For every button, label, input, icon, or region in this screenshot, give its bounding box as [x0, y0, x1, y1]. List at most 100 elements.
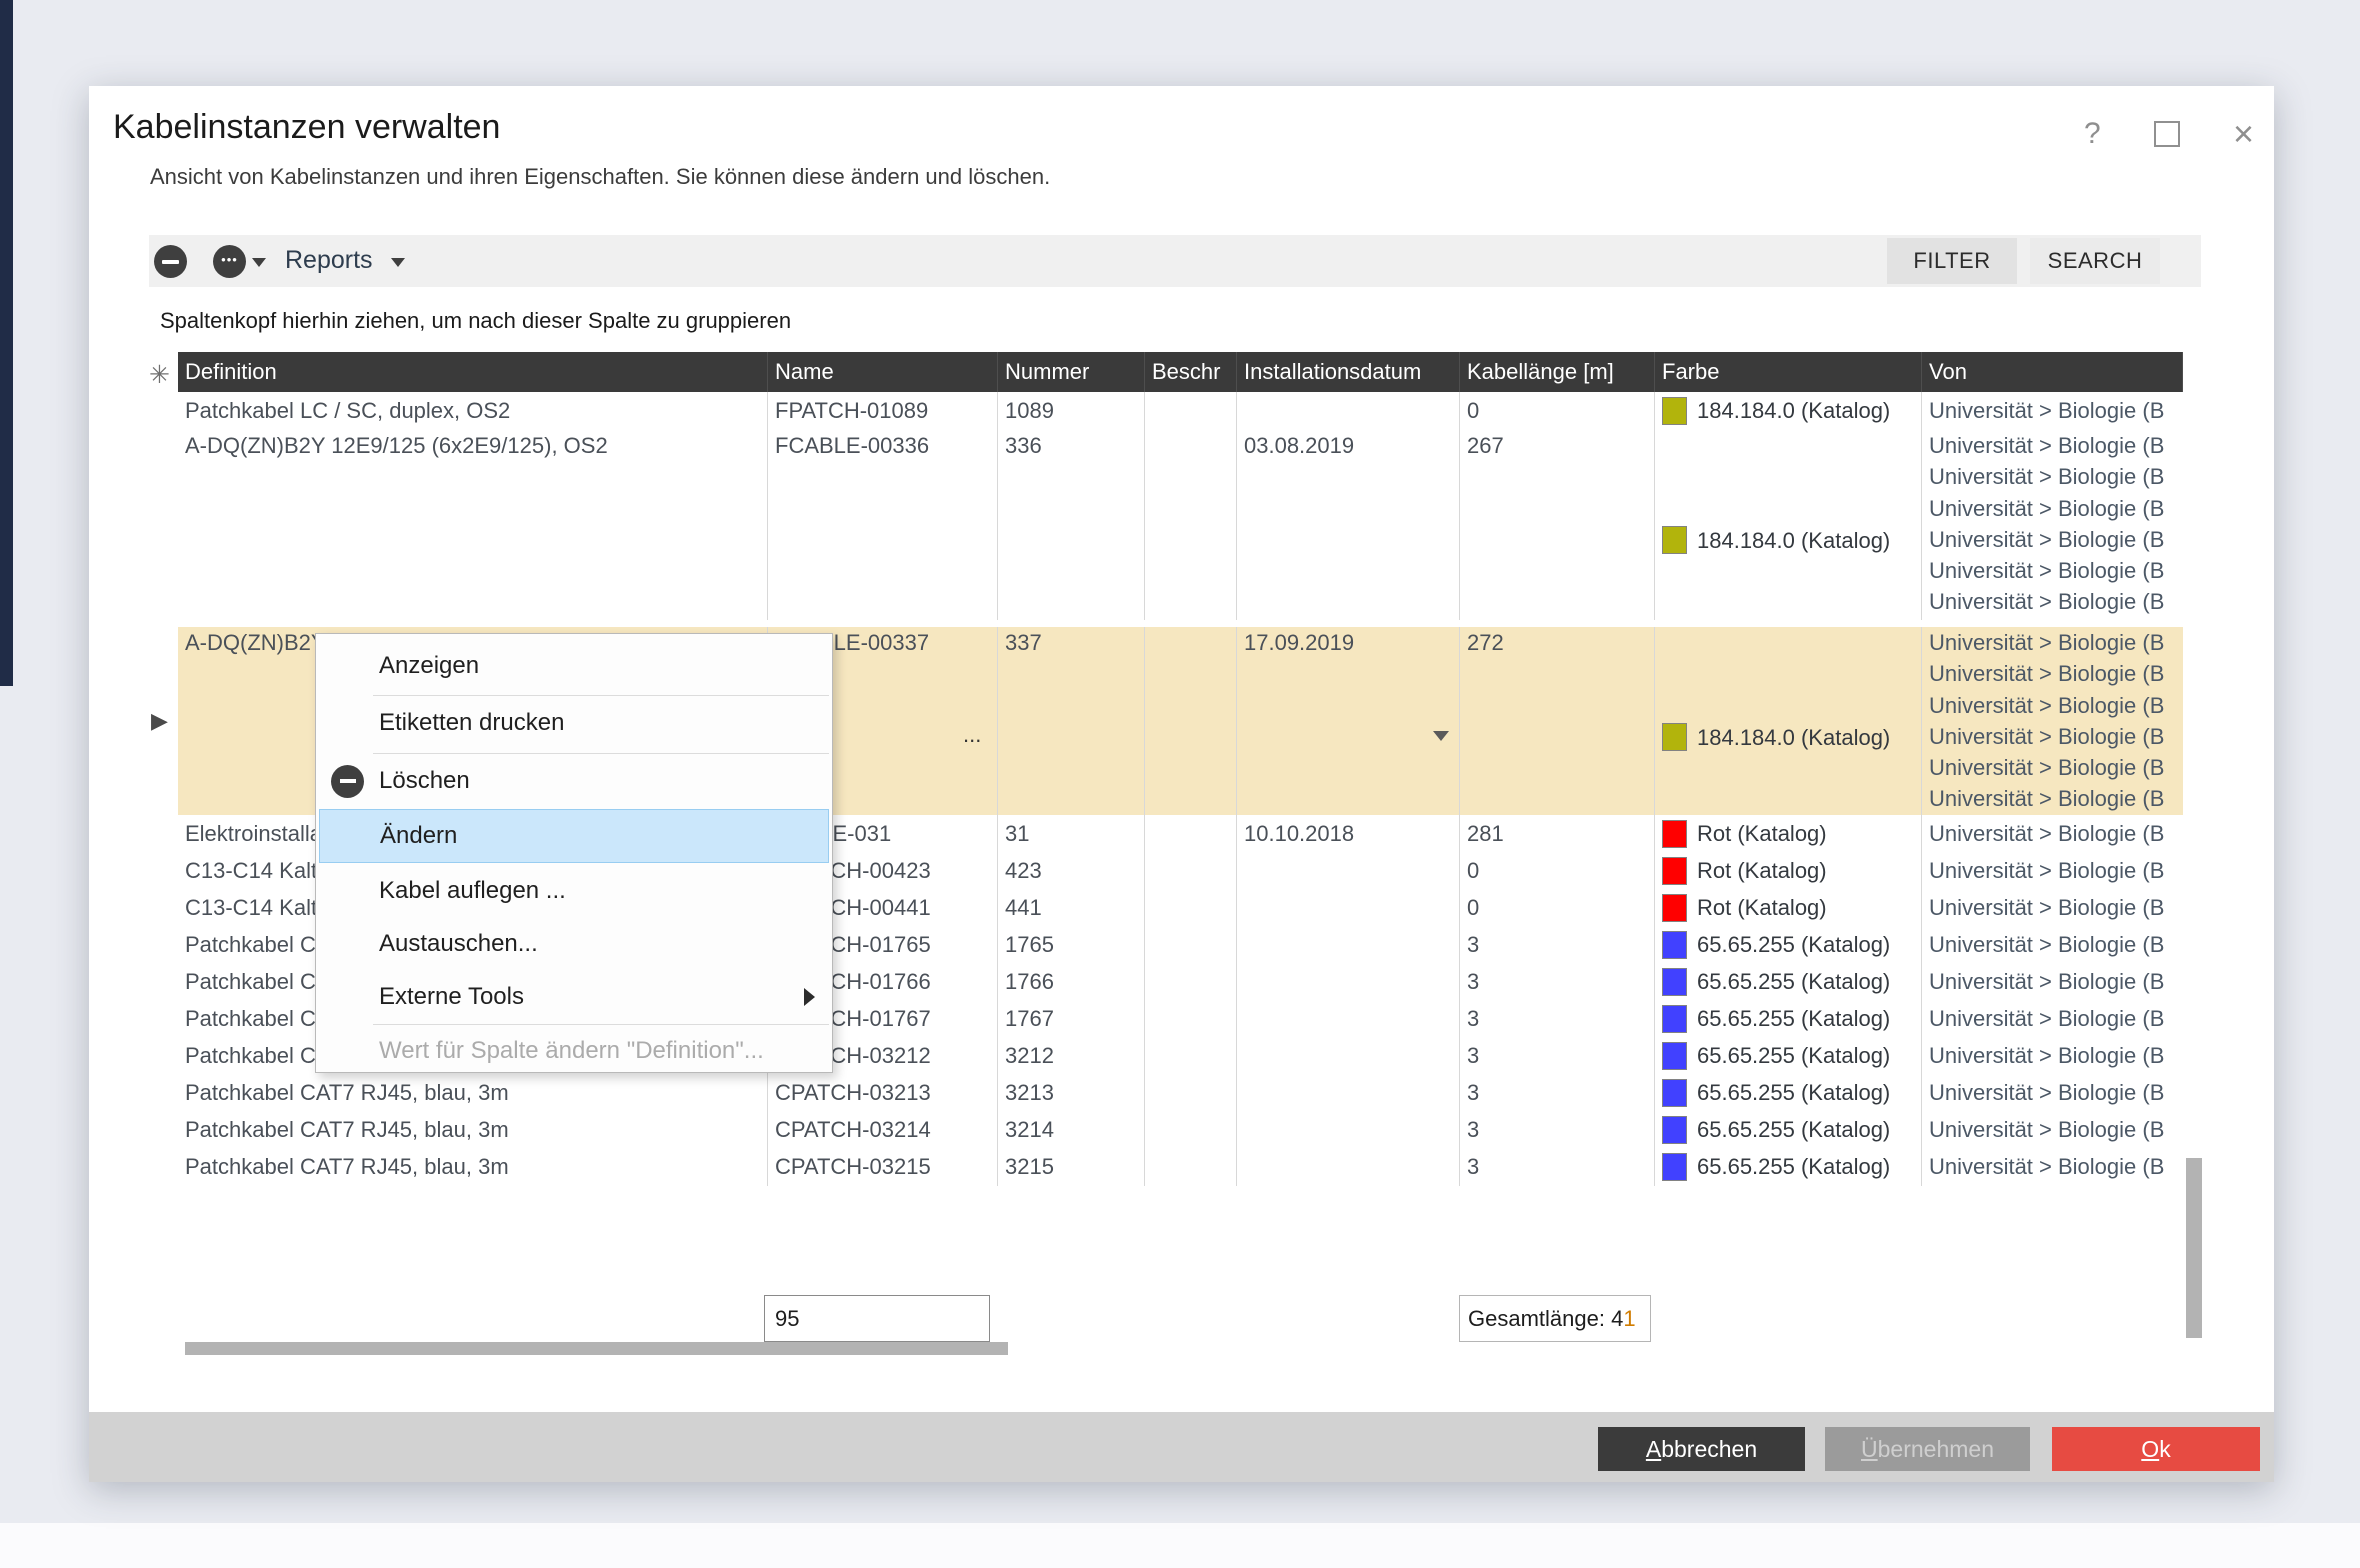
cell-von: Universität > Biologie (B Universität > B…	[1922, 627, 2183, 815]
filter-button[interactable]: FILTER	[1887, 238, 2017, 284]
more-actions-button[interactable]: •••	[213, 245, 246, 278]
cell-beschr	[1145, 852, 1237, 889]
color-swatch	[1662, 1042, 1687, 1070]
cell-beschr	[1145, 1148, 1237, 1186]
cell-kabellaenge: 3	[1460, 1000, 1655, 1037]
cell-nummer: 336	[998, 430, 1145, 620]
pin-icon[interactable]: ✳	[149, 360, 170, 389]
cell-kabellaenge: 3	[1460, 1074, 1655, 1111]
cell-farbe: 65.65.255 (Katalog)	[1655, 1074, 1922, 1111]
cell-installationsdatum	[1237, 926, 1460, 963]
cell-name: CPATCH-03214	[768, 1111, 998, 1148]
column-header-nummer[interactable]: Nummer	[998, 352, 1145, 392]
color-swatch	[1662, 397, 1687, 425]
column-header-installationsdatum[interactable]: Installationsdatum	[1237, 352, 1460, 392]
cell-farbe: 184.184.0 (Katalog)	[1655, 627, 1922, 815]
column-header-name[interactable]: Name	[768, 352, 998, 392]
search-button[interactable]: SEARCH	[2030, 238, 2160, 284]
color-swatch	[1662, 1079, 1687, 1107]
menu-item-externe-tools[interactable]: Externe Tools	[319, 970, 829, 1024]
cell-installationsdatum	[1237, 1000, 1460, 1037]
table-row[interactable]: Patchkabel CAT7 RJ45, blau, 3mCPATCH-032…	[178, 1074, 2183, 1111]
menu-item-ändern[interactable]: Ändern	[319, 809, 829, 863]
cell-definition: A-DQ(ZN)B2Y 12E9/125 (6x2E9/125), OS2	[178, 430, 768, 620]
cell-name: CPATCH-03215	[768, 1148, 998, 1186]
von-path-text: Universität > Biologie (B	[1929, 926, 2183, 963]
color-label: 65.65.255 (Katalog)	[1697, 1074, 1890, 1111]
column-header-definition[interactable]: Definition	[178, 352, 768, 392]
von-path-text: Universität > Biologie (B	[1929, 889, 2183, 926]
total-length-text: Gesamtlänge: 4	[1468, 1306, 1623, 1331]
cell-nummer: 3214	[998, 1111, 1145, 1148]
cell-nummer: 3212	[998, 1037, 1145, 1074]
background-app-edge	[0, 0, 13, 686]
reports-caret-icon[interactable]	[391, 258, 405, 267]
cell-farbe: 184.184.0 (Katalog)	[1655, 430, 1922, 620]
cell-kabellaenge: 281	[1460, 815, 1655, 852]
background-bottom	[0, 1523, 2360, 1568]
column-header-beschr[interactable]: Beschr	[1145, 352, 1237, 392]
reports-menu[interactable]: Reports	[285, 246, 373, 275]
menu-item-label: Austauschen...	[379, 930, 538, 958]
cell-installationsdatum	[1237, 392, 1460, 430]
date-dropdown-icon[interactable]	[1433, 731, 1449, 741]
von-path-text: Universität > Biologie (B	[1929, 430, 2183, 461]
color-label: 65.65.255 (Katalog)	[1697, 1000, 1890, 1037]
ok-button[interactable]: Ok	[2052, 1427, 2260, 1471]
maximize-icon[interactable]	[2154, 121, 2180, 147]
cell-nummer: 1766	[998, 963, 1145, 1000]
cell-nummer: 31	[998, 815, 1145, 852]
menu-item-kabel-auflegen[interactable]: Kabel auflegen ...	[319, 864, 829, 918]
cell-installationsdatum: 10.10.2018	[1237, 815, 1460, 852]
cell-von: Universität > Biologie (B	[1922, 392, 2183, 430]
table-row[interactable]: Patchkabel CAT7 RJ45, blau, 3mCPATCH-032…	[178, 1148, 2183, 1186]
color-label: 65.65.255 (Katalog)	[1697, 1037, 1890, 1074]
von-path-text: Universität > Biologie (B	[1929, 963, 2183, 1000]
menu-item-etiketten-drucken[interactable]: Etiketten drucken	[319, 696, 829, 750]
cell-kabellaenge: 3	[1460, 1111, 1655, 1148]
vertical-scrollbar-thumb[interactable]	[2186, 1158, 2202, 1338]
help-icon[interactable]: ?	[2084, 117, 2101, 151]
table-row[interactable]: Patchkabel LC / SC, duplex, OS2FPATCH-01…	[178, 392, 2183, 430]
column-header-von[interactable]: Von	[1922, 352, 2183, 392]
table-row[interactable]: Patchkabel CAT7 RJ45, blau, 3mCPATCH-032…	[178, 1111, 2183, 1148]
von-path-text: Universität > Biologie (B	[1929, 627, 2183, 658]
color-swatch	[1662, 1153, 1687, 1181]
von-path-text: Universität > Biologie (B	[1929, 1148, 2183, 1185]
horizontal-scrollbar-thumb[interactable]	[185, 1342, 1008, 1355]
menu-item-label: Wert für Spalte ändern "Definition"...	[379, 1037, 764, 1065]
menu-item-löschen[interactable]: Löschen	[319, 754, 829, 808]
cell-installationsdatum: 17.09.2019	[1237, 627, 1460, 815]
cell-definition: Patchkabel CAT7 RJ45, blau, 3m	[178, 1111, 768, 1148]
color-swatch	[1662, 723, 1687, 751]
delete-minus-icon	[331, 765, 364, 798]
cell-kabellaenge: 0	[1460, 392, 1655, 430]
more-actions-caret-icon[interactable]	[252, 258, 266, 267]
cell-kabellaenge: 267	[1460, 430, 1655, 620]
cell-nummer: 3213	[998, 1074, 1145, 1111]
von-path-text: Universität > Biologie (B	[1929, 752, 2183, 783]
cancel-button[interactable]: Abbrechen	[1598, 1427, 1805, 1471]
manage-cable-instances-dialog: Kabelinstanzen verwalten Ansicht von Kab…	[89, 86, 2274, 1482]
von-path-text: Universität > Biologie (B	[1929, 555, 2183, 586]
apply-button[interactable]: Übernehmen	[1825, 1427, 2030, 1471]
close-icon[interactable]: ×	[2233, 121, 2254, 147]
record-count-input[interactable]: 95	[764, 1295, 990, 1342]
context-menu: AnzeigenEtiketten druckenLöschenÄndernKa…	[315, 633, 833, 1073]
cell-farbe: 65.65.255 (Katalog)	[1655, 1148, 1922, 1186]
column-header-farbe[interactable]: Farbe	[1655, 352, 1922, 392]
menu-item-austauschen[interactable]: Austauschen...	[319, 917, 829, 971]
cell-farbe: 65.65.255 (Katalog)	[1655, 1111, 1922, 1148]
edit-ellipsis-button[interactable]: ...	[963, 719, 981, 750]
menu-item-anzeigen[interactable]: Anzeigen	[319, 639, 829, 693]
column-header-kabell-nge-m-[interactable]: Kabellänge [m]	[1460, 352, 1655, 392]
von-path-text: Universität > Biologie (B	[1929, 852, 2183, 889]
color-label: Rot (Katalog)	[1697, 889, 1827, 926]
cell-von: Universität > Biologie (B	[1922, 1111, 2183, 1148]
cell-farbe: 184.184.0 (Katalog)	[1655, 392, 1922, 430]
remove-button[interactable]	[154, 245, 187, 278]
table-row[interactable]: A-DQ(ZN)B2Y 12E9/125 (6x2E9/125), OS2FCA…	[178, 430, 2183, 620]
cell-von: Universität > Biologie (B	[1922, 852, 2183, 889]
cell-installationsdatum	[1237, 1148, 1460, 1186]
group-by-hint[interactable]: Spaltenkopf hierhin ziehen, um nach dies…	[160, 308, 791, 334]
